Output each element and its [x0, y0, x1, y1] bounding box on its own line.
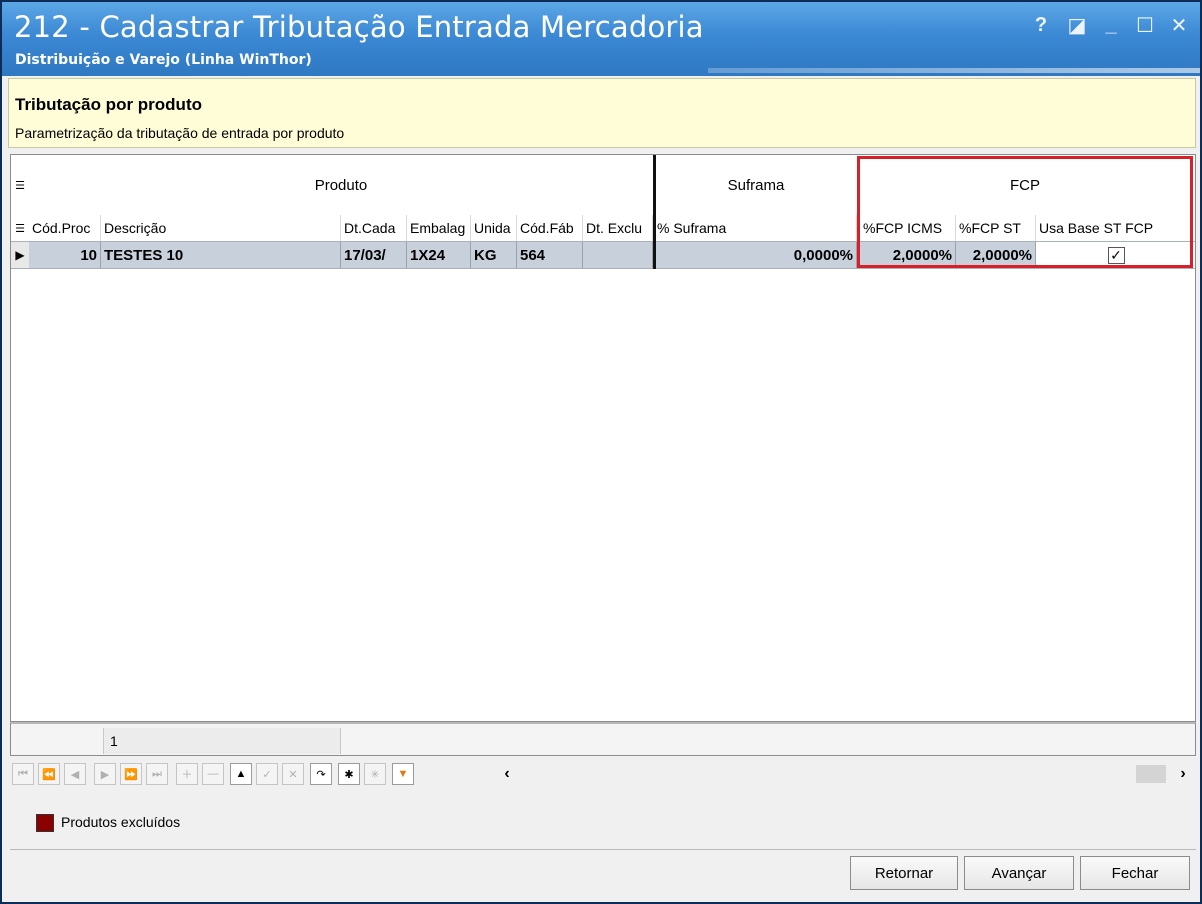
insert-icon[interactable]: ＋	[176, 763, 198, 785]
col-embalagem[interactable]: Embalag	[407, 215, 471, 241]
cell-embalagem[interactable]: 1X24	[407, 242, 471, 268]
app-window: 212 - Cadastrar Tributação Entrada Merca…	[0, 0, 1202, 904]
legend-area: Produtos excluídos	[10, 794, 1196, 850]
bookmark-icon[interactable]: ✱	[338, 763, 360, 785]
col-unidade[interactable]: Unida	[471, 215, 517, 241]
goto-bookmark-icon[interactable]: ✳	[364, 763, 386, 785]
grid-footer: 1	[10, 722, 1196, 756]
edit-icon[interactable]: ▲	[230, 763, 252, 785]
scroll-right-icon[interactable]: ›	[1172, 763, 1194, 785]
cell-fcp-icms[interactable]: 2,0000%	[860, 242, 956, 268]
first-page-icon[interactable]: ⏮	[12, 763, 34, 785]
table-row[interactable]: ▶ 10 TESTES 10 17/03/ 1X24 KG 564 0,0000…	[11, 241, 1195, 269]
close-icon[interactable]: ✕	[1166, 12, 1192, 38]
maximize-icon[interactable]: ☐	[1132, 12, 1158, 38]
band-header-row: ☰ Produto Suframa FCP	[11, 155, 1195, 215]
window-title: 212 - Cadastrar Tributação Entrada Merca…	[14, 10, 704, 44]
next-page-icon[interactable]: ⏩	[120, 763, 142, 785]
delete-icon[interactable]: —	[202, 763, 224, 785]
prev-page-icon[interactable]: ⏪	[38, 763, 60, 785]
band-options-icon[interactable]: ☰	[11, 155, 29, 215]
page-title: Tributação por produto	[15, 95, 202, 114]
title-stripe	[708, 68, 1200, 73]
scroll-thumb[interactable]	[1136, 765, 1166, 783]
tax-grid[interactable]: ☰ Produto Suframa FCP ☰ Cód.Proc Descriç…	[10, 154, 1196, 722]
cell-unidade[interactable]: KG	[471, 242, 517, 268]
legend-label: Produtos excluídos	[61, 814, 181, 830]
last-page-icon[interactable]: ⏭	[146, 763, 168, 785]
band-suframa[interactable]: Suframa	[656, 155, 856, 215]
cell-usa-base[interactable]: ✓	[1036, 242, 1195, 268]
column-header-row: ☰ Cód.Proc Descrição Dt.Cada Embalag Uni…	[11, 215, 1195, 241]
cell-dt-excl[interactable]	[583, 242, 653, 268]
cancel-icon[interactable]: ✕	[282, 763, 304, 785]
fechar-button[interactable]: Fechar	[1080, 856, 1190, 890]
title-bar: 212 - Cadastrar Tributação Entrada Merca…	[2, 2, 1200, 76]
col-fcp-icms[interactable]: %FCP ICMS	[860, 215, 956, 241]
cell-cod-fab[interactable]: 564	[517, 242, 583, 268]
row-indicator-icon: ▶	[11, 242, 29, 268]
avancar-button[interactable]: Avançar	[964, 856, 1074, 890]
window-subtitle: Distribuição e Varejo (Linha WinThor)	[15, 52, 312, 68]
usa-base-checkbox[interactable]: ✓	[1107, 246, 1125, 264]
post-icon[interactable]: ✓	[256, 763, 278, 785]
col-descricao[interactable]: Descrição	[101, 215, 341, 241]
legend-swatch	[36, 814, 54, 832]
col-dt-cad[interactable]: Dt.Cada	[341, 215, 407, 241]
minimize-icon[interactable]: _	[1098, 12, 1124, 38]
col-fcp-st[interactable]: %FCP ST	[956, 215, 1036, 241]
next-record-icon[interactable]: ▶	[94, 763, 116, 785]
filter-icon[interactable]: ▼	[392, 763, 414, 785]
band-fcp[interactable]: FCP	[857, 155, 1193, 215]
retornar-button[interactable]: Retornar	[850, 856, 958, 890]
grid-navigator: ⏮ ⏪ ◀ ▶ ⏩ ⏭ ＋ — ▲ ✓ ✕ ↷ ✱ ✳ ▼ ‹ ›	[10, 760, 1196, 788]
cell-dt-cad[interactable]: 17/03/	[341, 242, 407, 268]
col-usa-base[interactable]: Usa Base ST FCP	[1036, 215, 1195, 241]
band-separator	[653, 155, 656, 269]
col-dt-excl[interactable]: Dt. Exclu	[583, 215, 653, 241]
page-subtitle: Parametrização da tributação de entrada …	[15, 125, 345, 141]
refresh-icon[interactable]: ↷	[310, 763, 332, 785]
cell-cod-prod[interactable]: 10	[29, 242, 101, 268]
col-cod-prod[interactable]: Cód.Proc	[29, 215, 101, 241]
row-count: 1	[103, 728, 341, 754]
cell-fcp-st[interactable]: 2,0000%	[956, 242, 1036, 268]
help-icon[interactable]: ?	[1028, 12, 1054, 38]
restore-icon[interactable]: ◪	[1064, 12, 1090, 38]
band-produto[interactable]: Produto	[29, 155, 653, 215]
header-panel: Tributação por produto Parametrização da…	[8, 78, 1196, 148]
col-cod-fab[interactable]: Cód.Fáb	[517, 215, 583, 241]
cell-suframa[interactable]: 0,0000%	[654, 242, 857, 268]
scroll-left-icon[interactable]: ‹	[496, 763, 518, 785]
cell-descricao[interactable]: TESTES 10	[101, 242, 341, 268]
col-suframa[interactable]: % Suframa	[654, 215, 857, 241]
column-options-icon[interactable]: ☰	[11, 215, 29, 241]
horizontal-scrollbar[interactable]: ‹ ›	[496, 763, 1196, 785]
prev-record-icon[interactable]: ◀	[64, 763, 86, 785]
